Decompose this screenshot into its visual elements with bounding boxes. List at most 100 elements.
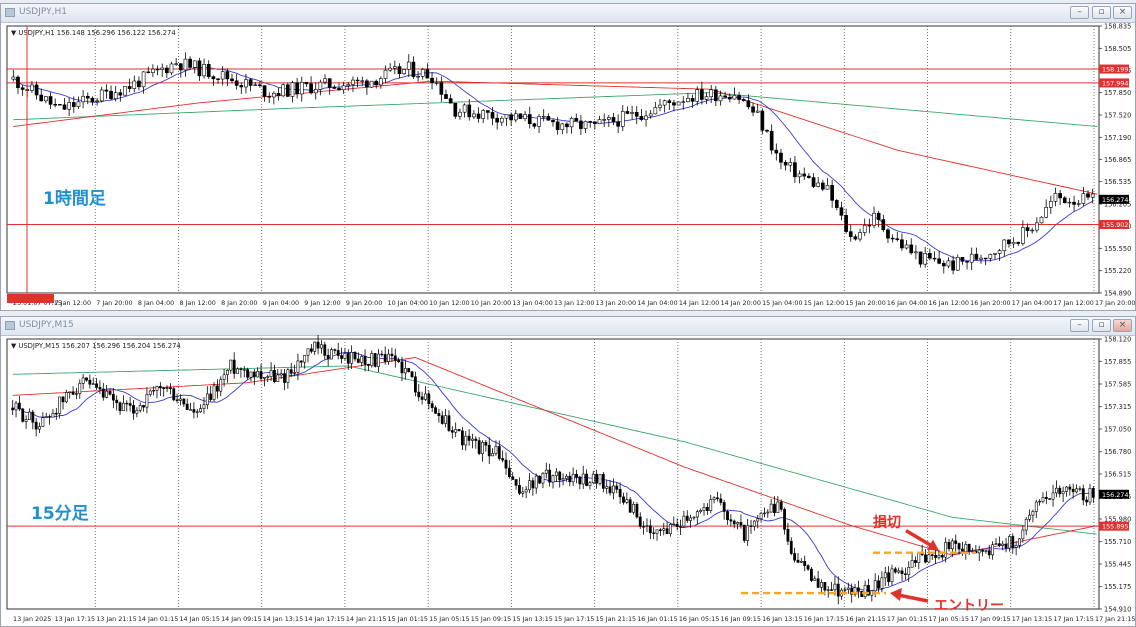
candle-body bbox=[420, 69, 425, 77]
candle-body bbox=[560, 123, 565, 131]
candle-body bbox=[1053, 193, 1058, 202]
candle-body bbox=[699, 510, 703, 513]
candle-body bbox=[527, 114, 532, 125]
m15-chart-canvas[interactable]: 13 Jan 2025 13 Jan 17:15 13 Jan 21:15 14 Ja… bbox=[1, 335, 1135, 627]
candle-body bbox=[997, 543, 1001, 546]
close-button[interactable]: × bbox=[1113, 319, 1132, 332]
time-tick-label: 14 Jan 21:15 bbox=[346, 615, 386, 623]
candle-body bbox=[662, 100, 667, 106]
candle-body bbox=[197, 60, 202, 77]
minimize-button[interactable]: – bbox=[1070, 319, 1089, 332]
candle-body bbox=[313, 89, 318, 94]
candle-body bbox=[192, 60, 197, 68]
candle-body bbox=[369, 80, 374, 88]
candle-body bbox=[397, 66, 402, 74]
candle-body bbox=[974, 253, 979, 260]
time-tick-label: 17 Jan 13:15 bbox=[1012, 615, 1052, 623]
candle-body bbox=[440, 415, 444, 424]
candle-body bbox=[175, 399, 179, 401]
candle-body bbox=[662, 528, 666, 531]
candle-body bbox=[856, 587, 860, 592]
candle-body bbox=[686, 98, 690, 103]
maximize-button[interactable]: ▫ bbox=[1092, 6, 1111, 19]
maximize-button[interactable]: ▫ bbox=[1092, 319, 1111, 332]
h1-title-bar[interactable]: USDJPY,H1 – ▫ × bbox=[1, 4, 1135, 23]
candle-body bbox=[954, 540, 958, 544]
candle-body bbox=[846, 587, 850, 590]
candle-body bbox=[464, 435, 468, 446]
candle-body bbox=[766, 511, 770, 514]
candle-body bbox=[413, 376, 417, 393]
price-tick-label: 157.190 bbox=[1104, 134, 1131, 142]
candle-body bbox=[541, 472, 545, 484]
candle-body bbox=[474, 438, 478, 441]
plot-area bbox=[6, 338, 1100, 610]
candle-body bbox=[68, 391, 72, 393]
candle-body bbox=[467, 104, 472, 118]
candle-body bbox=[296, 360, 300, 373]
candle-body bbox=[523, 114, 527, 119]
candle-body bbox=[951, 260, 955, 271]
candle-body bbox=[448, 98, 453, 104]
candle-body bbox=[424, 393, 427, 400]
candle-body bbox=[796, 559, 800, 563]
candle-body bbox=[816, 182, 821, 187]
candle-body bbox=[202, 63, 206, 77]
candle-body bbox=[444, 94, 448, 99]
candle-body bbox=[353, 352, 357, 360]
candle-body bbox=[622, 496, 625, 503]
time-tick-label: 14 Jan 05:15 bbox=[179, 615, 219, 623]
close-button[interactable]: × bbox=[1113, 6, 1132, 19]
candle-body bbox=[737, 95, 741, 100]
time-tick-label: 17 Jan 17:15 bbox=[1053, 615, 1093, 623]
candle-body bbox=[17, 402, 21, 410]
candle-body bbox=[644, 115, 648, 120]
candle-body bbox=[546, 116, 551, 121]
minimize-button[interactable]: – bbox=[1070, 6, 1089, 19]
candle-body bbox=[95, 100, 99, 102]
candle-body bbox=[783, 161, 788, 166]
candle-body bbox=[765, 130, 769, 132]
candle-body bbox=[259, 370, 263, 379]
candle-body bbox=[30, 84, 34, 91]
candle-body bbox=[1071, 488, 1075, 493]
candle-body bbox=[299, 360, 303, 363]
candle-body bbox=[615, 485, 619, 490]
timeframe-label-h1: 1時間足 bbox=[43, 189, 106, 209]
candle-body bbox=[158, 386, 162, 389]
candle-body bbox=[320, 344, 323, 349]
candle-body bbox=[34, 421, 38, 430]
time-tick-label: 9 Jan 04:00 bbox=[263, 299, 299, 307]
candle-body bbox=[31, 411, 35, 423]
candle-body bbox=[652, 532, 656, 534]
candle-body bbox=[881, 219, 886, 231]
candle-body bbox=[606, 117, 611, 120]
m15-title-bar[interactable]: USDJPY,M15 – ▫ × bbox=[1, 317, 1135, 336]
candle-body bbox=[823, 582, 827, 591]
candle-body bbox=[363, 356, 367, 365]
candle-body bbox=[830, 589, 833, 591]
candle-body bbox=[225, 71, 230, 80]
candle-body bbox=[890, 237, 895, 240]
candle-body bbox=[695, 89, 700, 102]
candle-body bbox=[548, 469, 552, 483]
candle-body bbox=[984, 550, 988, 552]
h1-chart-window[interactable]: USDJPY,H1 – ▫ × 25.01.07 07:157 Jan 12:0… bbox=[0, 3, 1136, 311]
candle-body bbox=[142, 405, 145, 408]
candle-body bbox=[229, 359, 233, 371]
candle-body bbox=[593, 121, 597, 124]
candle-body bbox=[883, 572, 887, 579]
level-price-label: 155.902 bbox=[1102, 221, 1128, 229]
h1-chart-canvas[interactable]: 25.01.07 07:157 Jan 12:007 Jan 20:008 Ja… bbox=[1, 22, 1135, 311]
candle-body bbox=[1088, 488, 1092, 503]
candle-body bbox=[62, 104, 67, 110]
candle-body bbox=[955, 257, 960, 271]
candle-body bbox=[625, 499, 629, 503]
candle-body bbox=[555, 121, 560, 131]
candle-body bbox=[434, 82, 439, 84]
m15-chart-window[interactable]: USDJPY,M15 – ▫ × 13 Jan 2025 13 Jan 17:15… bbox=[0, 316, 1136, 627]
candle-body bbox=[811, 177, 816, 187]
candle-body bbox=[75, 393, 78, 395]
candle-body bbox=[434, 407, 437, 414]
candle-body bbox=[890, 568, 894, 583]
